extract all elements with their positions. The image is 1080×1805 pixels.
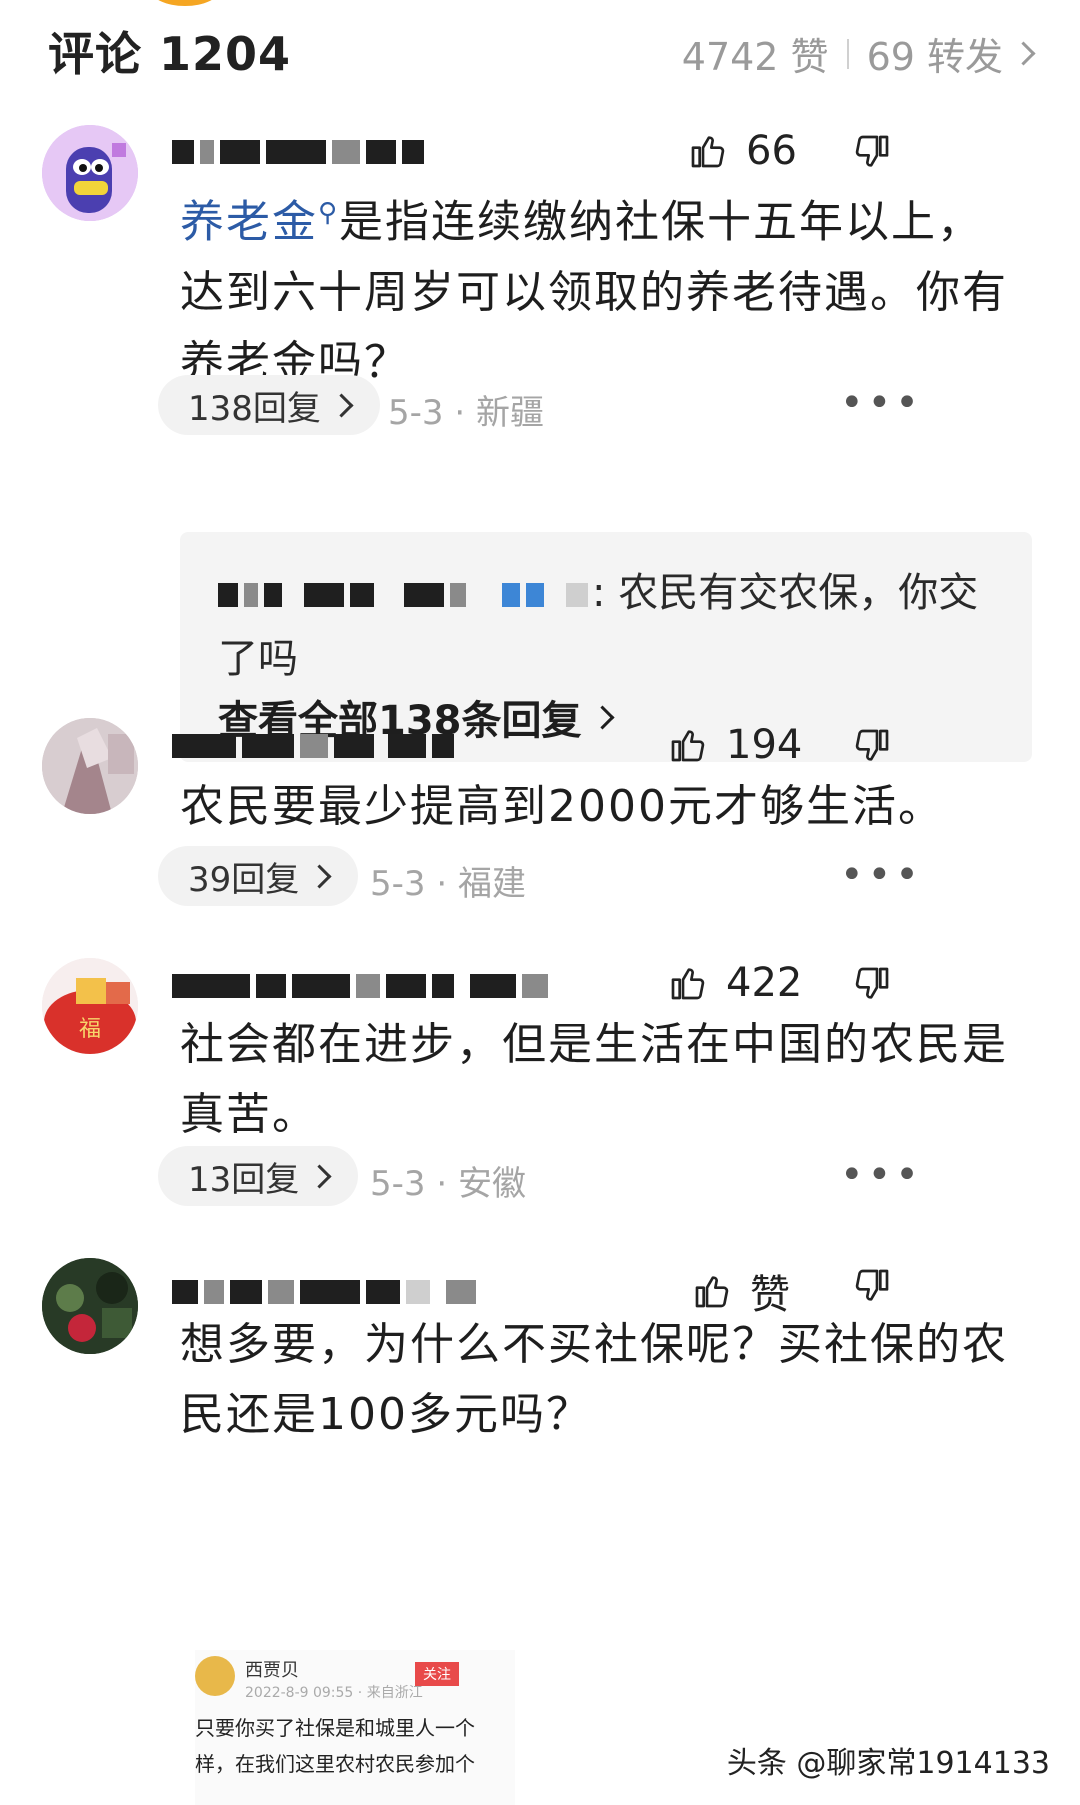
like-count: 194 bbox=[726, 722, 803, 768]
replies-count: 138回复 bbox=[188, 388, 321, 429]
like-button[interactable]: 422 bbox=[668, 960, 802, 1006]
comment-text: 农民要最少提高到2000元才够生活。 bbox=[180, 781, 944, 832]
thumbs-up-icon bbox=[671, 968, 705, 1000]
top-accent-shape bbox=[150, 0, 220, 6]
chevron-right-icon bbox=[307, 1163, 332, 1189]
replies-count: 13回复 bbox=[188, 1159, 300, 1200]
like-count: 422 bbox=[726, 960, 803, 1006]
comment-text: 想多要，为什么不买社保呢？买社保的农民还是100多元吗？ bbox=[180, 1319, 1008, 1440]
replies-button[interactable]: 39回复 bbox=[158, 846, 359, 906]
thumbs-up-icon bbox=[691, 136, 725, 168]
header-divider bbox=[846, 38, 849, 69]
thumbs-down-icon bbox=[855, 1269, 889, 1301]
avatar[interactable]: 福 bbox=[42, 958, 138, 1054]
dislike-button[interactable] bbox=[852, 1266, 892, 1310]
comment-meta: 5-3 · 安徽 bbox=[370, 1164, 526, 1204]
thumb-meta: 2022-8-9 09:55 · 来自浙江 bbox=[245, 1685, 423, 1701]
dislike-button[interactable] bbox=[852, 964, 892, 1008]
shares-count: 69 转发 bbox=[866, 35, 1003, 79]
thumbs-down-icon bbox=[855, 967, 889, 999]
photo-avatar-icon bbox=[42, 1258, 138, 1354]
replies-button[interactable]: 13回复 bbox=[158, 1146, 359, 1206]
username-redacted[interactable] bbox=[172, 968, 548, 1004]
thumb-text-line: 样，在我们这里农村农民参加个 bbox=[195, 1752, 475, 1776]
more-options-icon[interactable]: ••• bbox=[840, 1152, 923, 1198]
avatar[interactable] bbox=[42, 1258, 138, 1354]
cartoon-avatar-icon bbox=[42, 125, 138, 221]
thumbs-up-icon bbox=[671, 730, 705, 762]
replies-button[interactable]: 138回复 bbox=[158, 375, 380, 435]
fortune-avatar-icon: 福 bbox=[42, 958, 138, 1054]
search-icon[interactable]: ⚲ bbox=[318, 198, 339, 228]
username-redacted[interactable] bbox=[172, 1274, 476, 1310]
dislike-button[interactable] bbox=[852, 726, 892, 770]
comment-meta: 5-3 · 福建 bbox=[370, 864, 526, 904]
attached-image[interactable]: 西贾贝 2022-8-9 09:55 · 来自浙江 关注 只要你买了社保是和城里… bbox=[195, 1650, 515, 1805]
chevron-right-icon bbox=[1011, 41, 1036, 66]
more-options-icon[interactable]: ••• bbox=[840, 380, 923, 426]
username-redacted[interactable] bbox=[172, 728, 454, 764]
watermark: 头条 @聊家常1914133 bbox=[726, 1746, 1050, 1781]
dislike-button[interactable] bbox=[852, 132, 892, 176]
chevron-right-icon bbox=[329, 392, 354, 418]
avatar[interactable] bbox=[42, 718, 138, 814]
thumb-username: 西贾贝 bbox=[245, 1660, 299, 1681]
fortune-badge: 福 bbox=[79, 1017, 101, 1042]
shares-link[interactable]: 69 转发 bbox=[866, 26, 1036, 81]
thumb-follow-badge: 关注 bbox=[415, 1662, 459, 1686]
likes-count: 4742 赞 bbox=[681, 35, 829, 79]
avatar[interactable] bbox=[42, 125, 138, 221]
keyword-link[interactable]: 养老金 bbox=[180, 197, 318, 248]
sub-reply: : 农民有交农保，你交了吗 bbox=[218, 560, 998, 692]
thumbs-up-icon bbox=[695, 1276, 729, 1308]
chevron-right-icon bbox=[307, 863, 332, 889]
thumb-text-line: 只要你买了社保是和城里人一个 bbox=[195, 1716, 475, 1740]
like-button[interactable]: 194 bbox=[668, 722, 802, 768]
sub-reply-username-redacted[interactable] bbox=[218, 583, 588, 607]
like-button[interactable]: 66 bbox=[688, 128, 797, 174]
chevron-right-icon bbox=[589, 704, 615, 730]
photo-avatar-icon bbox=[42, 718, 138, 814]
header-stats: 4742 赞 69 转发 bbox=[681, 26, 1036, 81]
thumb-avatar bbox=[195, 1656, 235, 1696]
comment-text: 社会都在进步，但是生活在中国的农民是真苦。 bbox=[180, 1019, 1008, 1140]
more-options-icon[interactable]: ••• bbox=[840, 852, 923, 898]
replies-count: 39回复 bbox=[188, 859, 300, 900]
comment-meta: 5-3 · 新疆 bbox=[388, 393, 544, 433]
username-redacted[interactable] bbox=[172, 134, 424, 170]
comments-count-title: 评论 1204 bbox=[48, 27, 292, 81]
comment-text: 养老金⚲是指连续缴纳社保十五年以上，达到六十周岁可以领取的养老待遇。你有养老金吗… bbox=[180, 178, 1010, 398]
thumbs-down-icon bbox=[855, 729, 889, 761]
like-count: 66 bbox=[746, 128, 797, 174]
thumbs-down-icon bbox=[855, 135, 889, 167]
